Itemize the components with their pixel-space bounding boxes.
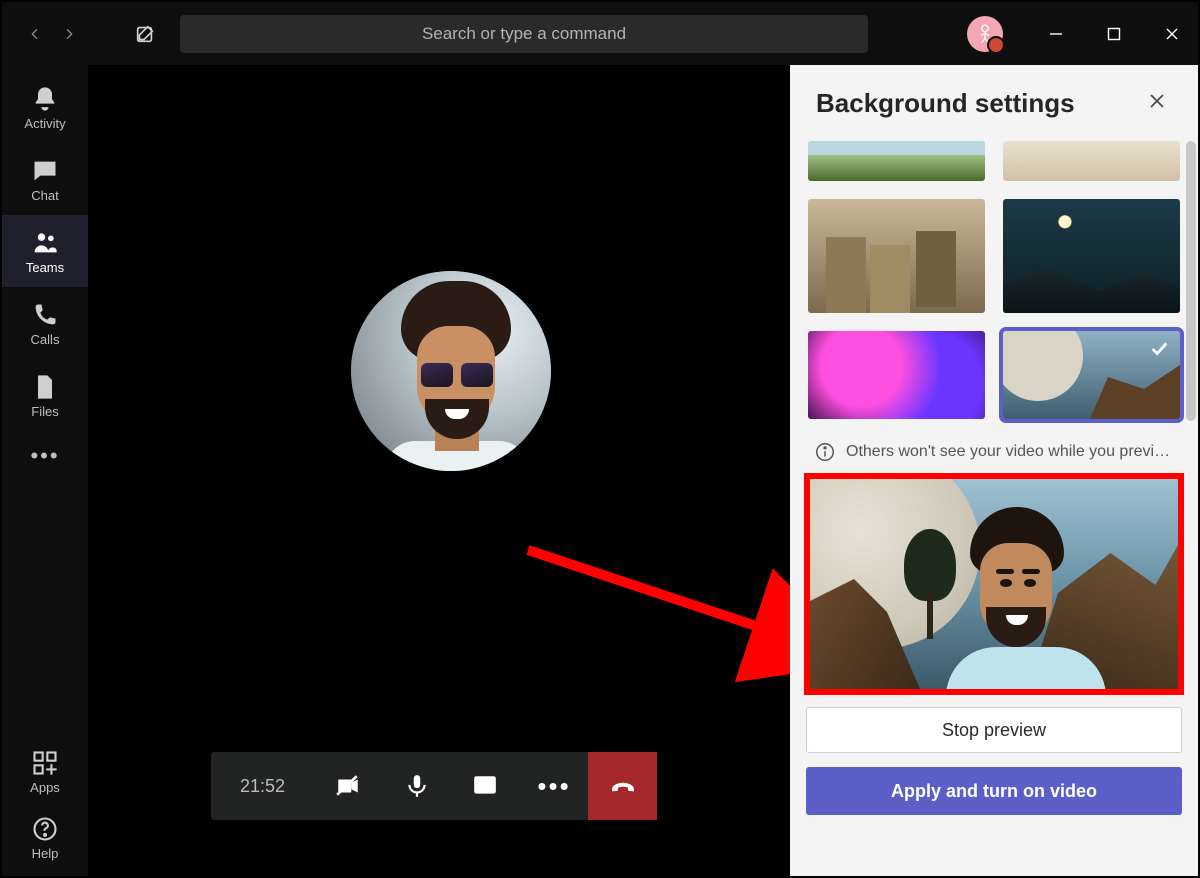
preview-note-text: Others won't see your video while you pr…	[846, 443, 1174, 461]
search-input[interactable]: Search or type a command	[180, 15, 868, 53]
profile-avatar[interactable]	[967, 16, 1003, 52]
app-rail: Activity Chat Teams Calls Files •••	[2, 65, 88, 876]
rail-label: Teams	[26, 261, 64, 274]
call-stage: 21:52 •••	[88, 65, 790, 876]
more-actions-button[interactable]: •••	[520, 752, 589, 820]
background-option-field[interactable]	[808, 141, 985, 181]
rail-label: Files	[31, 405, 58, 418]
help-icon	[31, 815, 59, 843]
nav-forward-button[interactable]	[56, 21, 82, 47]
background-grid	[790, 141, 1198, 419]
camera-off-icon	[335, 773, 361, 799]
calls-icon	[31, 301, 59, 329]
call-toolbar: 21:52 •••	[211, 752, 657, 820]
rail-chat[interactable]: Chat	[2, 143, 88, 215]
info-icon	[814, 441, 836, 463]
rail-more[interactable]: •••	[2, 431, 88, 481]
rail-label: Activity	[24, 117, 65, 130]
window-close-button[interactable]	[1158, 20, 1186, 48]
share-screen-button[interactable]	[451, 752, 520, 820]
video-preview	[804, 473, 1184, 695]
rail-help[interactable]: Help	[2, 804, 88, 870]
background-option-town[interactable]	[808, 199, 985, 313]
stop-preview-button[interactable]: Stop preview	[806, 707, 1182, 753]
background-option-canyon[interactable]	[1003, 141, 1180, 181]
apply-video-button[interactable]: Apply and turn on video	[806, 767, 1182, 815]
rail-label: Help	[32, 847, 59, 860]
background-settings-panel: Background settings Others	[790, 65, 1198, 876]
background-option-scifi[interactable]	[1003, 199, 1180, 313]
rail-label: Calls	[31, 333, 60, 346]
hang-up-button[interactable]	[588, 752, 657, 820]
teams-icon	[31, 229, 59, 257]
share-icon	[472, 773, 498, 799]
panel-close-button[interactable]	[1148, 92, 1170, 114]
chat-icon	[31, 157, 59, 185]
preview-note: Others won't see your video while you pr…	[790, 419, 1198, 473]
window-minimize-button[interactable]	[1042, 20, 1070, 48]
rail-files[interactable]: Files	[2, 359, 88, 431]
call-duration: 21:52	[211, 752, 314, 820]
background-option-planet[interactable]	[1003, 331, 1180, 419]
title-bar: Search or type a command	[2, 2, 1198, 65]
background-option-nebula[interactable]	[808, 331, 985, 419]
participant-avatar	[351, 271, 551, 471]
check-icon	[1148, 337, 1170, 364]
bell-icon	[31, 85, 59, 113]
compose-button[interactable]	[128, 17, 162, 51]
hangup-icon	[610, 773, 636, 799]
rail-label: Apps	[30, 781, 60, 794]
toggle-mic-button[interactable]	[383, 752, 452, 820]
panel-title: Background settings	[816, 88, 1075, 119]
toggle-camera-button[interactable]	[314, 752, 383, 820]
files-icon	[31, 373, 59, 401]
rail-label: Chat	[31, 189, 58, 202]
search-placeholder: Search or type a command	[422, 24, 626, 44]
scroll-thumb[interactable]	[1186, 141, 1196, 421]
rail-activity[interactable]: Activity	[2, 71, 88, 143]
mic-icon	[404, 773, 430, 799]
rail-teams[interactable]: Teams	[2, 215, 88, 287]
rail-apps[interactable]: Apps	[2, 738, 88, 804]
nav-back-button[interactable]	[22, 21, 48, 47]
window-maximize-button[interactable]	[1100, 20, 1128, 48]
apps-icon	[31, 749, 59, 777]
rail-calls[interactable]: Calls	[2, 287, 88, 359]
